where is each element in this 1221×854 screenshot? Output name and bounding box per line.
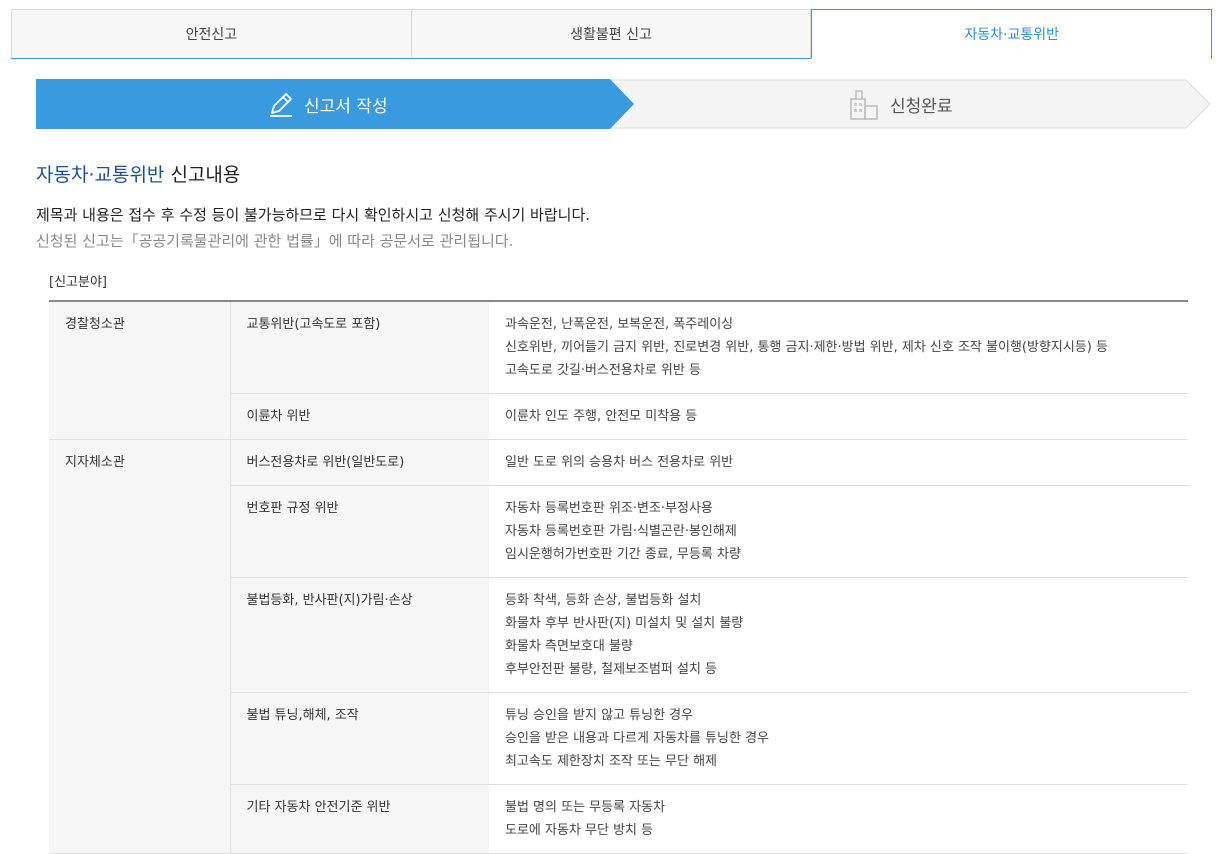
description-line: 승인을 받은 내용과 다르게 자동차를 튜닝한 경우 <box>505 731 769 746</box>
description-line: 고속도로 갓길·버스전용차로 위반 등 <box>505 363 701 378</box>
description-line: 튜닝 승인을 받지 않고 튜닝한 경우 <box>505 708 694 723</box>
category-cell: 이륜차 위반 <box>230 393 489 440</box>
step-write-report: 신고서 작성 <box>266 79 388 129</box>
progress-steps: 신고서 작성 신청완료 <box>36 79 1211 129</box>
description-line: 불법 명의 또는 무등록 자동차 <box>505 800 666 815</box>
category-cell: 번호판 규정 위반 <box>230 485 489 578</box>
description-line: 이륜차 인도 주행, 안전모 미착용 등 <box>505 409 698 424</box>
notice-edit-warning: 제목과 내용은 접수 후 수정 등이 불가능하므로 다시 확인하시고 신청해 주… <box>36 206 591 224</box>
category-cell: 버스전용차로 위반(일반도로) <box>230 439 489 486</box>
description-line: 등화 착색, 등화 손상, 불법등화 설치 <box>505 593 702 608</box>
category-cell: 교통위반(고속도로 포함) <box>230 301 489 394</box>
description-line: 최고속도 제한장치 조작 또는 무단 해제 <box>505 754 718 769</box>
table-row: 경찰청소관 교통위반(고속도로 포함) 과속운전, 난폭운전, 보복운전, 폭주레이… <box>49 301 1188 440</box>
pencil-icon <box>266 89 296 119</box>
report-category-table: 경찰청소관 교통위반(고속도로 포함) 과속운전, 난폭운전, 보복운전, 폭주레이… <box>49 300 1188 854</box>
category-cell: 기타 자동차 안전기준 위반 <box>230 784 489 854</box>
step-complete: 신청완료 <box>848 79 953 129</box>
description-line: 후부안전판 불량, 철제보조범퍼 설치 등 <box>505 662 718 677</box>
description-line: 신호위반, 끼어들기 금지 위반, 진로변경 위반, 통행 금지·제한·방법 위… <box>505 340 1108 355</box>
steps-background <box>36 79 1211 129</box>
category-cell: 불법등화, 반사판(지)가림·손상 <box>230 577 489 693</box>
tab-underline <box>11 58 811 59</box>
step-write-label: 신고서 작성 <box>304 96 388 117</box>
description-line: 임시운행허가번호판 기간 종료, 무등록 차량 <box>505 547 741 562</box>
description-line: 과속운전, 난폭운전, 보복운전, 폭주레이싱 <box>505 317 734 332</box>
description-cell: 과속운전, 난폭운전, 보복운전, 폭주레이싱신호위반, 끼어들기 금지 위반,… <box>489 301 1188 394</box>
description-line: 도로에 자동차 무단 방치 등 <box>505 823 654 838</box>
description-line: 자동차 등록번호판 위조·변조·부정사용 <box>505 501 713 516</box>
report-field-label: [신고분야] <box>49 275 107 290</box>
org-cell: 경찰청소관 <box>49 301 231 440</box>
section-title: 자동차·교통위반 신고내용 <box>36 160 240 187</box>
description-line: 화물차 측면보호대 불량 <box>505 639 633 654</box>
tab-living-inconvenience-report[interactable]: 생활불편 신고 <box>411 9 812 59</box>
description-line: 자동차 등록번호판 가림·식별곤란·봉인해제 <box>505 524 737 539</box>
table-row: 지자체소관 버스전용차로 위반(일반도로) 일반 도로 위의 승용차 버스 전용차로… <box>49 439 1188 854</box>
description-cell: 일반 도로 위의 승용차 버스 전용차로 위반 <box>489 439 1188 486</box>
category-tabs: 안전신고 생활불편 신고 자동차·교통위반 <box>11 9 1213 59</box>
building-icon <box>848 88 882 120</box>
description-cell: 등화 착색, 등화 손상, 불법등화 설치화물차 후부 반사판(지) 미설치 및… <box>489 577 1188 693</box>
description-line: 일반 도로 위의 승용차 버스 전용차로 위반 <box>505 455 734 470</box>
section-title-highlight: 자동차·교통위반 <box>36 164 165 186</box>
description-cell: 자동차 등록번호판 위조·변조·부정사용자동차 등록번호판 가림·식별곤란·봉인… <box>489 485 1188 578</box>
org-cell: 지자체소관 <box>49 439 231 854</box>
tab-safety-report[interactable]: 안전신고 <box>11 9 412 59</box>
description-cell: 이륜차 인도 주행, 안전모 미착용 등 <box>489 393 1188 440</box>
description-line: 화물차 후부 반사판(지) 미설치 및 설치 불량 <box>505 616 744 631</box>
category-cell: 불법 튜닝,해체, 조작 <box>230 692 489 785</box>
section-title-rest: 신고내용 <box>164 164 241 186</box>
notice-records-law: 신청된 신고는「공공기록물관리에 관한 법률」에 따라 공문서로 관리됩니다. <box>36 232 514 250</box>
step-complete-label: 신청완료 <box>890 96 953 117</box>
tab-vehicle-traffic-violation[interactable]: 자동차·교통위반 <box>811 9 1213 59</box>
description-cell: 불법 명의 또는 무등록 자동차도로에 자동차 무단 방치 등 <box>489 784 1188 854</box>
description-cell: 튜닝 승인을 받지 않고 튜닝한 경우승인을 받은 내용과 다르게 자동차를 튜… <box>489 692 1188 785</box>
